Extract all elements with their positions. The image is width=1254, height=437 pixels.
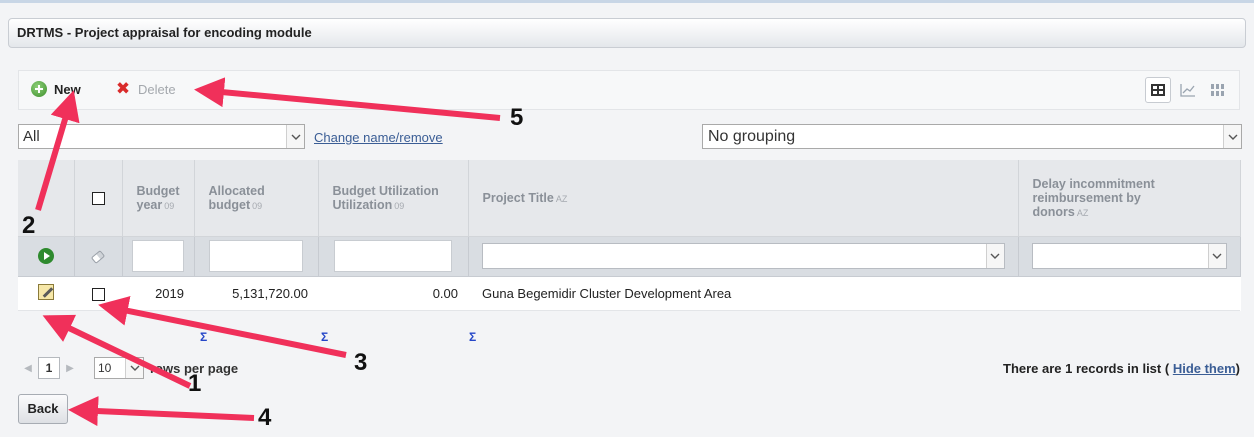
next-page-icon[interactable]: ▶	[60, 363, 80, 374]
rows-per-page-select[interactable]: 10	[94, 357, 144, 379]
grouping-value: No grouping	[708, 128, 796, 145]
edit-icon[interactable]	[38, 283, 54, 300]
hide-them-link[interactable]: Hide them	[1173, 361, 1236, 376]
filter-input-allocated-budget[interactable]	[209, 240, 303, 272]
data-grid: Budget year 09 Allocated budget 09 Budget Ut…	[18, 160, 1241, 311]
add-circle-icon	[31, 81, 47, 97]
annotation-label-2: 2	[22, 212, 36, 239]
sort-numeric-icon: 09	[164, 200, 175, 211]
top-border	[0, 0, 1254, 3]
chevron-down-icon	[985, 244, 1004, 268]
clear-filter-cell	[74, 236, 123, 277]
apply-filter-cell	[18, 236, 75, 277]
row-checkbox[interactable]	[91, 287, 105, 301]
chevron-down-icon	[125, 358, 143, 378]
panel-title: DRTMS - Project appraisal for encoding m…	[8, 18, 1246, 48]
change-name-link[interactable]: Change name/remove	[314, 130, 443, 145]
chevron-down-icon	[1223, 125, 1241, 148]
delete-button[interactable]: ✖ Delete	[115, 79, 176, 98]
saved-filter-select[interactable]: All	[18, 124, 305, 149]
filter-row	[18, 236, 1241, 277]
view-switcher	[1141, 77, 1231, 103]
select-all-checkbox[interactable]	[91, 191, 105, 205]
filter-select-project-title[interactable]	[481, 243, 1005, 269]
chart-view-icon[interactable]	[1175, 77, 1201, 103]
eraser-icon[interactable]	[90, 250, 106, 264]
chevron-down-icon	[286, 125, 304, 148]
annotation-label-1: 1	[188, 370, 202, 397]
tile-view-icon[interactable]	[1205, 77, 1231, 103]
delete-button-label: Delete	[138, 81, 176, 97]
annotation-label-4: 4	[258, 404, 272, 431]
prev-page-icon[interactable]: ◀	[18, 363, 38, 374]
cell-project-title: Guna Begemidir Cluster Development Area	[468, 276, 1018, 311]
new-button-label: New	[54, 81, 81, 97]
saved-filter-value: All	[23, 128, 40, 145]
column-header-budget-utilization[interactable]: Budget Utilization Utilization 09	[318, 160, 469, 237]
new-button[interactable]: New	[31, 81, 81, 97]
row-edit-cell	[18, 276, 74, 311]
arrow-to-back	[68, 396, 255, 427]
cell-budget-year: 2019	[122, 276, 194, 311]
header-select-cell	[74, 160, 123, 237]
sort-alpha-icon: AZ	[555, 193, 568, 204]
grid-view-icon[interactable]	[1145, 77, 1171, 103]
row-select-cell	[74, 276, 122, 311]
toolbar: New ✖ Delete	[18, 70, 1240, 110]
play-icon[interactable]	[37, 248, 54, 265]
cell-delay	[1018, 276, 1240, 311]
column-header-budget-year[interactable]: Budget year 09	[122, 160, 195, 237]
arrow-to-checkbox	[98, 296, 347, 358]
column-header-allocated-budget[interactable]: Allocated budget 09	[194, 160, 319, 237]
sort-alpha-icon: AZ	[1076, 207, 1089, 218]
header-row: Budget year 09 Allocated budget 09 Budget Ut…	[18, 160, 1241, 237]
annotation-label-3: 3	[354, 349, 368, 376]
filter-input-budget-year[interactable]	[132, 240, 184, 272]
cell-allocated-budget: 5,131,720.00	[194, 276, 318, 311]
chevron-down-icon	[1207, 244, 1226, 268]
back-button[interactable]: Back	[18, 394, 68, 424]
column-header-delay[interactable]: Delay incommitment reimbursement by donors…	[1018, 160, 1241, 237]
sum-allocated-budget: Σ	[321, 330, 329, 344]
current-page[interactable]: 1	[38, 357, 60, 379]
sum-utilization: Σ	[469, 330, 477, 344]
sort-numeric-icon: 09	[252, 200, 263, 211]
delete-x-icon: ✖	[115, 79, 131, 98]
cell-utilization: 0.00	[318, 276, 468, 311]
filter-select-delay[interactable]	[1031, 243, 1227, 269]
grouping-select[interactable]: No grouping	[702, 124, 1242, 149]
table-row: 2019 5,131,720.00 0.00 Guna Begemidir Cl…	[18, 276, 1240, 311]
sum-budget-year: Σ	[200, 330, 208, 344]
filter-input-utilization[interactable]	[334, 240, 452, 272]
annotation-label-5: 5	[510, 104, 524, 131]
record-count: There are 1 records in list ( Hide them)	[1003, 361, 1240, 376]
sort-numeric-icon: 09	[394, 200, 405, 211]
column-header-project-title[interactable]: Project Title AZ	[468, 160, 1019, 237]
pager: ◀ 1 ▶ 10 rows per page	[18, 357, 238, 379]
